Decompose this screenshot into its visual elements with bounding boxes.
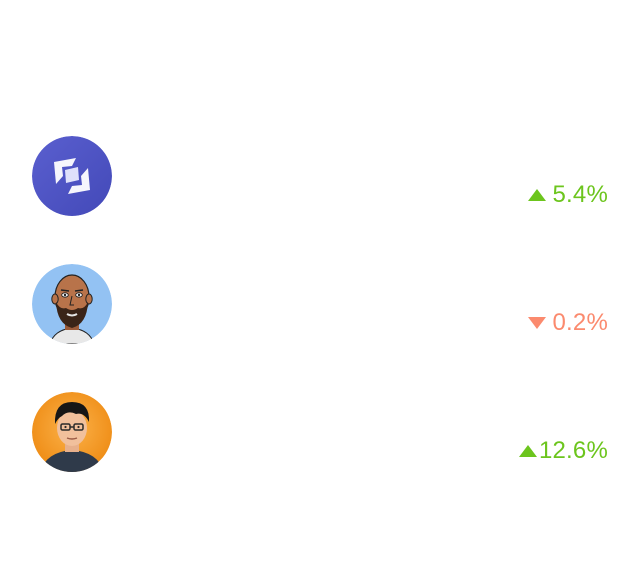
change-value: 0.2% [552, 309, 608, 336]
bearded-man-avatar [32, 264, 112, 344]
arrow-down-icon [528, 317, 547, 329]
trend-indicator: 12.6% [518, 437, 608, 464]
list-item[interactable]: 12.6% [0, 392, 640, 472]
performance-list: 5.4% 0.2% 12.6% [0, 0, 640, 576]
list-item[interactable]: 5.4% [0, 136, 640, 216]
arrow-up-icon [518, 445, 537, 457]
trend-indicator: 5.4% [528, 181, 608, 208]
man-with-glasses-avatar [32, 392, 112, 472]
change-value: 12.6% [538, 437, 608, 464]
arrow-up-icon [528, 189, 547, 201]
change-value: 5.4% [552, 181, 608, 208]
trend-indicator: 0.2% [528, 309, 608, 336]
brand-logo-icon [32, 136, 112, 216]
list-item[interactable]: 0.2% [0, 264, 640, 344]
